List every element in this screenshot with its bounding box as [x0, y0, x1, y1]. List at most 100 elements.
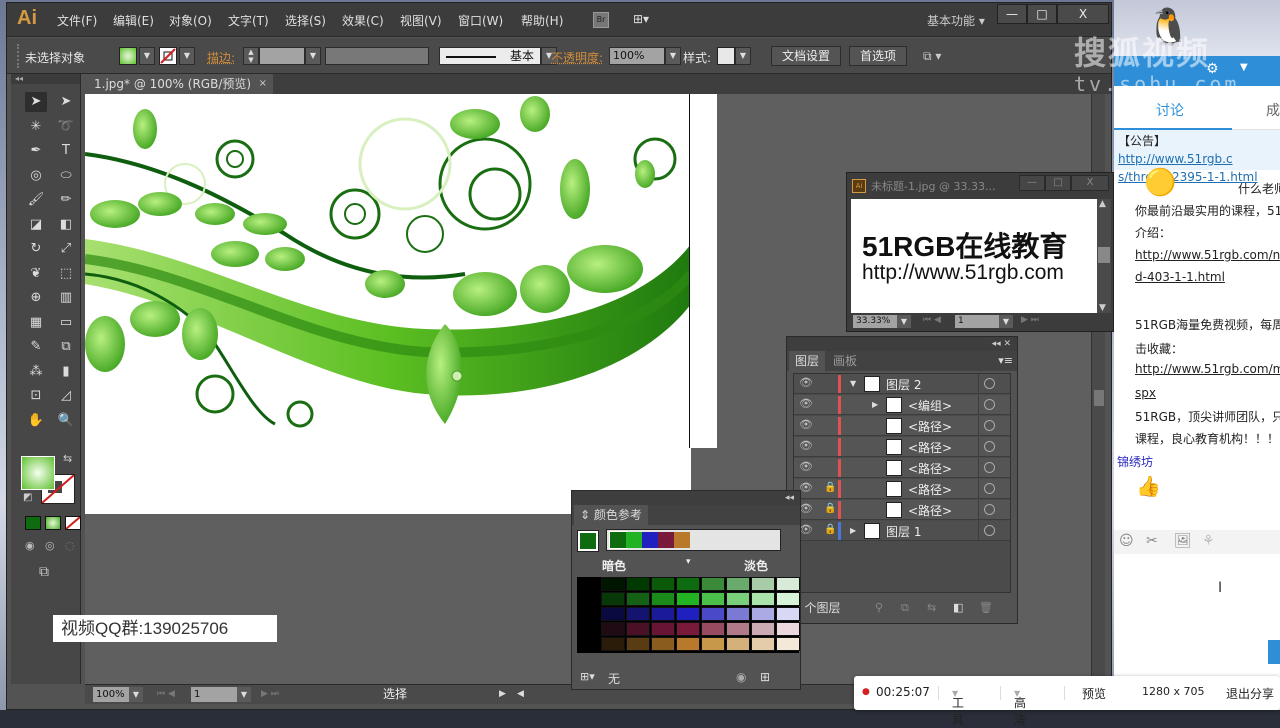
layer-row[interactable]: 👁 <路径> [794, 458, 1010, 478]
target-circle-icon[interactable] [984, 462, 995, 473]
close-tab-icon[interactable]: × [259, 74, 267, 94]
column-graph-tool[interactable]: ▮ [55, 362, 77, 382]
announcement-link-cont[interactable]: s/thread-2395-1-1.html [1118, 170, 1258, 184]
color-variation-swatch[interactable] [676, 592, 700, 606]
scale-tool[interactable]: ⤢ [55, 239, 77, 259]
layer-row[interactable]: 👁 <路径> [794, 437, 1010, 457]
make-clipping-mask-icon[interactable]: ⧉ [901, 601, 909, 615]
document-setup-button[interactable]: 文档设置 [771, 46, 841, 66]
magic-wand-tool[interactable]: ✳ [25, 117, 47, 137]
arrange-documents-button[interactable]: ⊞▾ [633, 12, 661, 28]
color-variation-swatch[interactable] [776, 607, 800, 621]
target-circle-icon[interactable] [984, 483, 995, 494]
first-artboard-button[interactable]: ⏮ ◀ [157, 687, 175, 702]
color-variation-swatch[interactable] [601, 577, 625, 591]
shape-builder-tool[interactable]: ⊕ [25, 288, 47, 308]
document-tab[interactable]: 1.jpg* @ 100% (RGB/预览) × [85, 74, 273, 94]
color-variation-swatch[interactable] [701, 622, 725, 636]
scrollbar-thumb[interactable] [1094, 390, 1104, 406]
message-link[interactable]: d-403-1-1.html [1135, 270, 1225, 284]
doc2-prev-artboard[interactable]: ⏮ ◀ [923, 313, 941, 328]
workspace-switcher[interactable]: 基本功能 ▾ [927, 12, 985, 29]
artboard-tool[interactable]: ⊡ [25, 386, 47, 406]
layers-panel-header[interactable]: ◂◂ ✕ [787, 337, 1017, 351]
direct-selection-tool[interactable]: ➤ [55, 92, 77, 112]
next-artboard-button[interactable]: ▶ ⏭ [261, 687, 279, 702]
layer-row[interactable]: 👁 🔒 ▶ 图层 1 [794, 521, 1010, 541]
doc2-artboard-input[interactable]: 1 [955, 315, 999, 328]
eyedropper-tool[interactable]: ✎ [25, 337, 47, 357]
target-circle-icon[interactable] [984, 420, 995, 431]
doc2-canvas[interactable]: 51RGB在线教育 http://www.51rgb.com [851, 199, 1097, 313]
save-color-group-icon[interactable]: ⊞ [760, 670, 770, 684]
color-variation-swatch[interactable] [626, 622, 650, 636]
color-variation-swatch[interactable] [726, 592, 750, 606]
bridge-button[interactable]: Br [593, 12, 609, 28]
layer-name[interactable]: <编组> [908, 397, 952, 414]
color-variation-swatch[interactable] [601, 592, 625, 606]
visibility-eye-icon[interactable]: 👁 [799, 502, 813, 515]
brush-definition-select[interactable]: 基本 [439, 47, 541, 65]
fill-dropdown[interactable]: ▼ [139, 47, 155, 65]
color-variation-swatch[interactable] [676, 577, 700, 591]
tab-color-guide[interactable]: ⇕ 颜色参考 [574, 505, 648, 525]
color-variation-swatch[interactable] [776, 637, 800, 651]
color-variation-swatch[interactable] [751, 637, 775, 651]
isolate-mode-icon[interactable]: ⧉ ▾ [923, 49, 941, 64]
layer-row[interactable]: 👁 ▼ 图层 2 [794, 374, 1010, 394]
color-variation-swatch[interactable] [651, 592, 675, 606]
none-mode-button[interactable] [65, 516, 81, 530]
color-variation-swatch[interactable] [751, 592, 775, 606]
flower-icon[interactable]: ⚘ [1202, 533, 1215, 549]
opacity-dropdown[interactable]: ▼ [665, 47, 681, 65]
menu-view[interactable]: 视图(V) [400, 12, 442, 29]
status-menu-arrow[interactable]: ▶ [499, 687, 506, 702]
target-circle-icon[interactable] [984, 378, 995, 389]
doc2-zoom-input[interactable]: 33.33% [853, 315, 897, 328]
mesh-tool[interactable]: ▦ [25, 313, 47, 333]
stroke-swatch[interactable] [159, 47, 177, 65]
color-variation-swatch[interactable] [701, 607, 725, 621]
color-variation-swatch[interactable] [701, 577, 725, 591]
color-variation-swatch[interactable] [626, 577, 650, 591]
doc2-zoom-dropdown[interactable]: ▼ [897, 315, 911, 328]
expand-triangle-icon[interactable]: ▶ [850, 526, 856, 535]
color-variation-swatch[interactable] [676, 622, 700, 636]
color-variation-swatch[interactable] [676, 637, 700, 651]
swap-fill-stroke-icon[interactable]: ⇆ [63, 452, 72, 465]
message-link[interactable]: spx [1135, 386, 1156, 400]
layer-row[interactable]: 👁 ▶ <编组> [794, 395, 1010, 415]
layer-name[interactable]: <路径> [908, 418, 952, 435]
default-fill-stroke-icon[interactable]: ◩ [23, 492, 32, 503]
symbol-sprayer-tool[interactable]: ⁂ [25, 362, 47, 382]
visibility-eye-icon[interactable]: 👁 [799, 481, 813, 494]
eraser-tool[interactable]: ◧ [55, 215, 77, 235]
color-variation-swatch[interactable] [751, 577, 775, 591]
create-new-layer-icon[interactable]: ◧ [953, 601, 963, 614]
draw-inside-icon[interactable]: ◌ [65, 539, 75, 552]
locate-object-icon[interactable]: ⚲ [875, 601, 883, 614]
horizontal-scroll-left[interactable]: ◀ [517, 687, 524, 702]
variation-dropdown[interactable]: ▾ [686, 557, 691, 567]
recorder-preview-button[interactable]: 预览 [1082, 685, 1106, 702]
tab-artboards[interactable]: 画板 [827, 351, 863, 371]
artboard-number-input[interactable]: 1 [191, 687, 237, 702]
recorder-quality-menu[interactable]: 高清 ▼ [1014, 685, 1026, 727]
target-circle-icon[interactable] [984, 504, 995, 515]
stroke-label[interactable]: 描边: [207, 49, 235, 66]
panel-menu-icon[interactable]: ▾≡ [998, 354, 1013, 367]
menu-effect[interactable]: 效果(C) [342, 12, 384, 29]
color-variation-swatch[interactable] [776, 622, 800, 636]
expand-triangle-icon[interactable]: ▶ [872, 400, 878, 409]
graphic-style-dropdown[interactable]: ▼ [735, 47, 751, 65]
tools-collapse-button[interactable]: ◂◂ [11, 74, 80, 84]
layer-name[interactable]: 图层 1 [886, 523, 921, 540]
harmony-color-chip[interactable] [642, 532, 658, 548]
close-button[interactable]: X [1057, 4, 1109, 24]
visibility-eye-icon[interactable]: 👁 [799, 376, 813, 389]
tab-discussion[interactable]: 讨论 [1156, 100, 1184, 120]
color-variation-swatch[interactable] [601, 607, 625, 621]
doc2-minimize-button[interactable]: — [1019, 175, 1045, 191]
color-variation-swatch[interactable] [726, 607, 750, 621]
color-variation-swatch[interactable] [776, 592, 800, 606]
